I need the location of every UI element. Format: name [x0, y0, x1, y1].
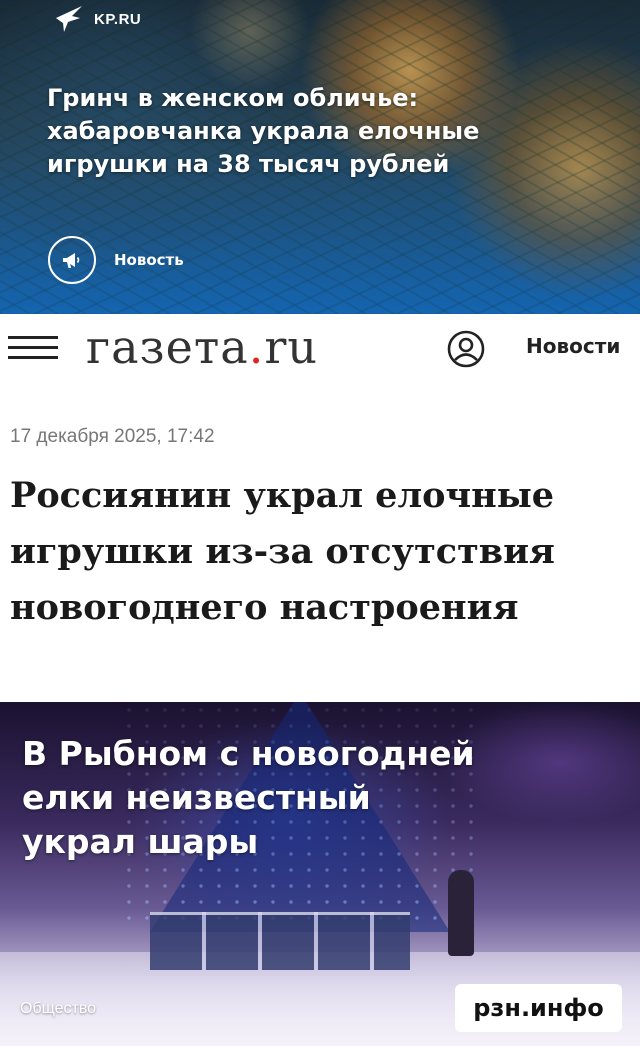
nav-news-link[interactable]: Новости: [526, 334, 620, 358]
gazeta-article: газета.ru Новости 17 декабря 2025, 17:42…: [0, 314, 640, 702]
kp-headline[interactable]: Гринч в женском обличье: хабаровчанка ук…: [47, 82, 547, 181]
kp-logo[interactable]: KP.RU: [54, 4, 141, 34]
gazeta-logo-dot: .: [248, 320, 265, 374]
user-profile-icon[interactable]: [446, 329, 486, 369]
person-silhouette-image: [448, 870, 474, 956]
gazeta-logo-main: газета: [86, 320, 249, 374]
article-date: 17 декабря 2025, 17:42: [10, 426, 215, 447]
gazeta-logo-tld: ru: [264, 320, 318, 374]
kp-logo-text: KP.RU: [94, 10, 142, 28]
kp-tag-label: Новость: [114, 251, 184, 269]
kp-news-tag[interactable]: Новость: [48, 236, 184, 284]
rzn-news-card[interactable]: В Рыбном с новогодней елки неизвестный у…: [0, 702, 640, 1046]
megaphone-icon: [48, 236, 96, 284]
gazeta-header: газета.ru Новости: [0, 314, 640, 382]
rzn-rubric: Общество: [20, 1000, 97, 1017]
rzn-source-badge: рзн.инфо: [455, 984, 622, 1032]
gazeta-logo[interactable]: газета.ru: [86, 318, 318, 376]
kp-news-card[interactable]: KP.RU Гринч в женском обличье: хабаровча…: [0, 0, 640, 314]
kp-bird-icon: [56, 6, 82, 32]
rzn-headline[interactable]: В Рыбном с новогодней елки неизвестный у…: [22, 732, 482, 864]
article-title: Россиянин украл елочные игрушки из-за от…: [10, 475, 555, 628]
tree-fence-image: [150, 912, 410, 970]
hamburger-menu-icon[interactable]: [8, 334, 60, 362]
